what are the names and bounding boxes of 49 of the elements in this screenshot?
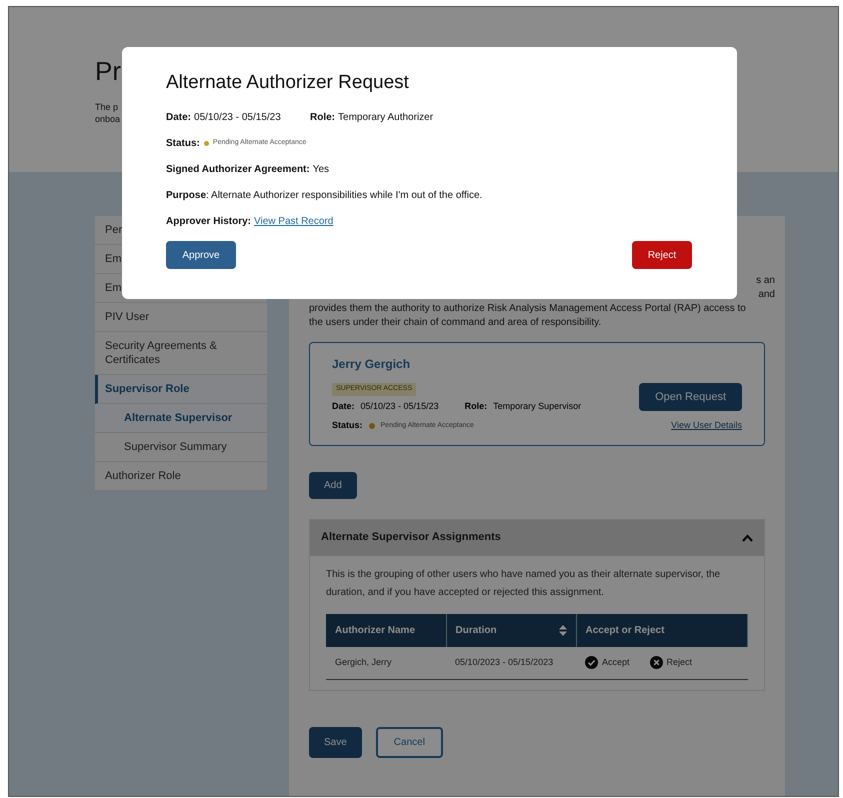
table-cell: 05/10/2023 - 05/15/2023 (446, 646, 576, 680)
role-value: Temporary Authorizer (338, 110, 434, 124)
sidebar-item[interactable]: PIV User (95, 303, 267, 332)
view-past-record-link[interactable]: View Past Record (254, 214, 334, 228)
sidebar-item[interactable]: Authorizer Role (95, 462, 267, 491)
purpose-label: Purpose (166, 188, 206, 202)
role-label: Role: (464, 400, 488, 412)
date-label: Date: (332, 400, 355, 412)
sidebar-item[interactable]: Supervisor Summary (95, 433, 267, 462)
status-label: Status: (166, 136, 200, 150)
history-label: Approver History: (166, 214, 252, 228)
column-header: Authorizer Name (326, 614, 446, 646)
description-text: and (758, 288, 775, 302)
save-button[interactable]: Save (309, 727, 362, 758)
status-label: Status: (332, 419, 363, 432)
reject-button[interactable]: Reject (632, 241, 692, 269)
accept-button[interactable]: Accept (585, 656, 630, 670)
sort-icon (558, 624, 566, 636)
sidebar-item[interactable]: Supervisor Role (95, 375, 267, 404)
user-name[interactable]: Jerry Gergich (332, 355, 582, 373)
purpose-text: : Alternate Authorizer responsibilities while I'm out of the office. (206, 188, 482, 202)
view-user-details-link[interactable]: View User Details (671, 419, 742, 432)
description-text: provides them the authority to authorize Risk Analysis Management Access Portal (RAP) access to (309, 302, 747, 316)
accordion-header[interactable]: Alternate Supervisor Assignments (310, 520, 764, 556)
role-label: Role: (310, 110, 336, 124)
open-request-button[interactable]: Open Request (639, 382, 742, 411)
agreement-label: Signed Authorizer Agreement: (166, 162, 310, 176)
approve-button[interactable]: Approve (166, 241, 236, 269)
check-circle-icon (585, 656, 598, 670)
date-label: Date: (166, 110, 192, 124)
intro-text: onboa (95, 113, 120, 125)
description-text: s an (756, 274, 775, 288)
modal-title: Alternate Authorizer Request (166, 71, 410, 95)
add-button[interactable]: Add (309, 472, 357, 498)
cancel-button[interactable]: Cancel (376, 727, 443, 758)
description-text: the users under their chain of command and area of responsibility. (309, 316, 602, 330)
date-value: 05/10/23 - 05/15/23 (360, 400, 439, 412)
intro-text: The p (95, 101, 118, 113)
column-header[interactable]: Duration (446, 614, 576, 646)
reject-button[interactable]: Reject (650, 656, 692, 670)
role-value: Temporary Supervisor (493, 400, 582, 413)
x-circle-icon (650, 656, 663, 670)
page-heading: Pr (95, 55, 121, 87)
chevron-up-icon (742, 534, 753, 542)
agreement-value: Yes (312, 162, 330, 176)
accordion-description: This is the grouping of other users who have named you as their alternate supervisor, the duration, and if you have accepted or rejected this assignment. (326, 568, 722, 600)
date-value: 05/10/23 - 05/15/23 (194, 110, 282, 124)
column-header: Accept or Reject (576, 614, 748, 646)
table-cell: Gergich, Jerry (326, 646, 446, 680)
